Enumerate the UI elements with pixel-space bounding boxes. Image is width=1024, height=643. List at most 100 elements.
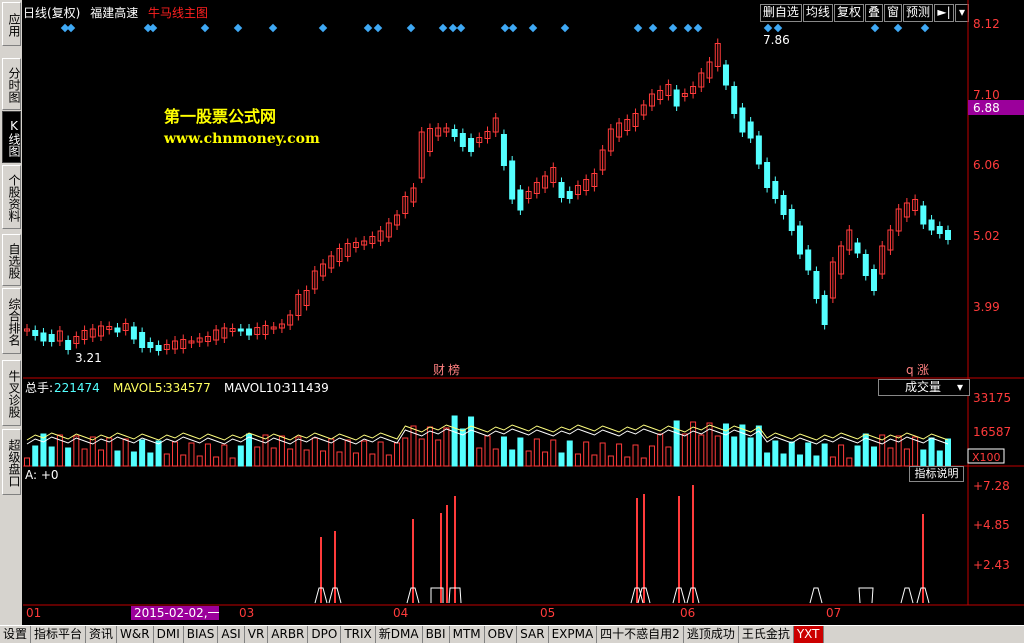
signal-diamond	[560, 23, 570, 33]
signal-diamond	[870, 23, 880, 33]
volume-bar	[155, 440, 162, 467]
indicator-tick: +2.43	[973, 558, 1010, 572]
tab-3[interactable]: W&R	[117, 626, 154, 643]
tab-13[interactable]: MTM	[450, 626, 485, 643]
signal-diamond	[268, 23, 278, 33]
volume-indicator-select[interactable]: 成交量 ▾	[878, 379, 970, 396]
tab-7[interactable]: VR	[245, 626, 269, 643]
indicator-tabs: 设置 指标平台 资讯 W&R DMI BIAS ASI VR ARBR DPO TRIX 新DMA BB…	[0, 625, 1024, 643]
volume-bar	[114, 450, 121, 467]
candle-body	[755, 135, 762, 165]
candle-body	[813, 271, 820, 299]
candle-body	[155, 345, 162, 351]
tab-14[interactable]: OBV	[485, 626, 518, 643]
sidebar-item-timeshare[interactable]: 分时图	[2, 58, 21, 110]
candle-body	[32, 330, 39, 336]
candle-body	[945, 230, 951, 240]
tab-6[interactable]: ASI	[218, 626, 245, 643]
tab-0[interactable]: 设置	[0, 626, 32, 643]
high-price-label: 7.86	[763, 33, 790, 47]
volume-bar	[854, 445, 861, 467]
date-tick: 05	[540, 606, 555, 620]
volume-bar	[303, 449, 310, 467]
tab-15[interactable]: SAR	[517, 626, 549, 643]
sidebar-item-app[interactable]: 应用	[2, 2, 21, 46]
volume-bar	[24, 457, 30, 467]
volume-bar	[525, 450, 532, 467]
cursor-date: 2015-02-02,一	[134, 606, 220, 620]
volume-bar	[500, 436, 507, 467]
candle-body	[65, 340, 72, 350]
volume-bar	[188, 442, 195, 467]
volume-bar	[81, 448, 88, 467]
volume-legend: 总手: 221474 MAVOL5: 334577 MAVOL10: 31143…	[25, 381, 329, 395]
indicator-triangle	[809, 587, 823, 604]
volume-bar	[821, 443, 828, 467]
volume-bar	[829, 456, 836, 467]
signal-diamond	[508, 23, 518, 33]
indicator-axis: +7.28 +4.85 +2.43	[973, 479, 1010, 572]
tab-9[interactable]: DPO	[308, 626, 342, 643]
tab-20[interactable]: YXT	[793, 626, 824, 643]
candle-body	[509, 160, 516, 200]
date-tick: 07	[826, 606, 841, 620]
event-marker-q[interactable]: q	[906, 363, 914, 377]
signal-diamond	[633, 23, 643, 33]
event-marker-finance[interactable]: 财	[433, 363, 445, 377]
tab-4[interactable]: DMI	[154, 626, 184, 643]
signal-diamond	[893, 23, 903, 33]
event-marker-list[interactable]: 榜	[448, 362, 460, 377]
low-price-label: 3.21	[75, 351, 102, 365]
signal-diamond	[500, 23, 510, 33]
tab-12[interactable]: BBI	[423, 626, 450, 643]
tab-17[interactable]: 四十不惑自用2	[597, 626, 684, 643]
candle-body	[788, 209, 795, 231]
volume-axis: 33175 16587	[973, 391, 1011, 439]
tab-11[interactable]: 新DMA	[376, 626, 423, 643]
volume-bar	[657, 433, 664, 467]
volume-bar	[229, 457, 236, 467]
chart-area[interactable]: 日线(复权) 福建高速 牛马线主图 删自选 均线 复权 叠 窗 预测 ►| ▾ …	[23, 0, 1024, 625]
sidebar-item-orderbook[interactable]: 超级盘口	[2, 429, 21, 495]
chart-canvas[interactable]: 8.12 7.10 6.06 5.02 3.99 6.88 33175 1658…	[23, 0, 1024, 625]
tab-1[interactable]: 指标平台	[31, 626, 87, 643]
volume-bar	[788, 441, 795, 467]
tab-5[interactable]: BIAS	[184, 626, 219, 643]
volume-bar	[607, 455, 614, 467]
volume-bar	[311, 437, 318, 467]
tab-10[interactable]: TRIX	[341, 626, 376, 643]
event-marker-rise[interactable]: 涨	[917, 362, 929, 377]
indicator-label: A: +0	[25, 468, 59, 482]
candle-body	[139, 332, 146, 348]
candle-body	[558, 182, 565, 198]
tab-19[interactable]: 王氏金抗	[739, 626, 794, 643]
tab-18[interactable]: 逃顶成功	[684, 626, 739, 643]
indicator-help-button[interactable]: 指标说明	[909, 466, 964, 482]
sidebar-item-watchlist[interactable]: 自选股	[2, 234, 21, 286]
candle-body	[920, 205, 927, 225]
volume-bar	[780, 453, 787, 467]
volume-bar	[295, 436, 302, 467]
sidebar-item-diagnosis[interactable]: 牛叉诊股	[2, 360, 21, 426]
sidebar-item-kline[interactable]: K线图	[2, 111, 21, 163]
volume-bar	[912, 436, 919, 467]
volume-bar	[484, 435, 491, 467]
signal-diamond	[693, 23, 703, 33]
volume-bar	[936, 450, 943, 467]
mavol10-value: 311439	[283, 381, 329, 395]
tab-16[interactable]: EXPMA	[549, 626, 598, 643]
volume-bar	[920, 449, 927, 467]
sidebar-item-ranking[interactable]: 综合排名	[2, 288, 21, 354]
volume-bar	[73, 435, 80, 467]
volume-unit: X100	[972, 451, 1001, 464]
candle-body	[854, 242, 861, 254]
tab-2[interactable]: 资讯	[86, 626, 118, 643]
tab-8[interactable]: ARBR	[268, 626, 309, 643]
candle-body	[114, 327, 121, 333]
volume-bar	[517, 437, 524, 467]
volume-bar	[764, 452, 771, 467]
indicator-triangle	[900, 587, 914, 604]
sidebar-item-stock-info[interactable]: 个股资料	[2, 165, 21, 229]
signal-diamond	[763, 23, 773, 33]
mavol5-label: MAVOL5:	[113, 381, 167, 395]
